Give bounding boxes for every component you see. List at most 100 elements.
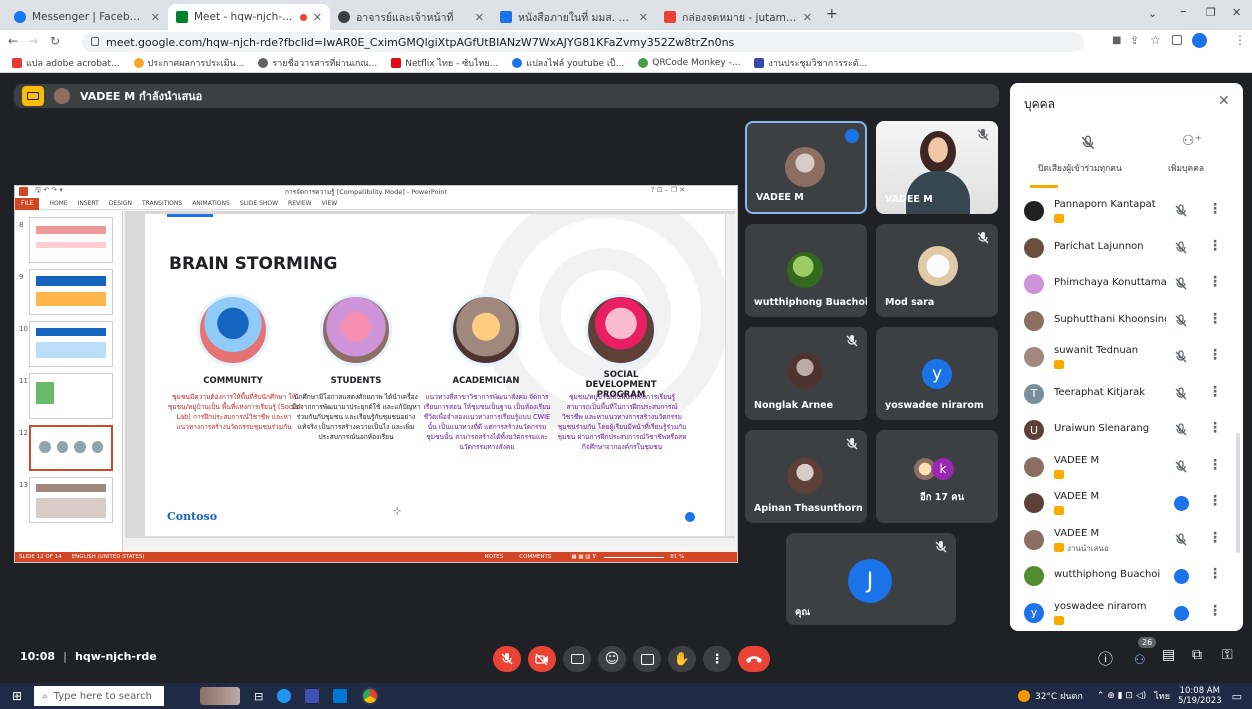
participant-row[interactable]: VADEE M งานนำเสนอ ⋮ [1010,522,1243,558]
ribbon-tab-file[interactable]: FILE [15,197,40,210]
more-options-icon[interactable]: ⋮ [1208,384,1222,400]
close-icon[interactable]: ✕ [639,11,648,24]
mic-off-icon[interactable] [1174,313,1188,328]
notes-button[interactable]: NOTES [485,554,504,560]
mic-off-icon[interactable] [1174,240,1188,255]
view-buttons[interactable]: ▦ ▦ ▥ ⊽ [571,554,596,560]
slide-thumbnail[interactable] [29,373,113,419]
camera-toggle-button[interactable] [528,646,556,672]
slide-thumbnail[interactable] [29,321,113,367]
tab-document[interactable]: หนังสือภายในที่ มมส. 0733/2566 (คณ ✕ [492,4,656,30]
bookmark-item[interactable]: แปล adobe acrobat... [12,56,120,70]
minimize-icon[interactable]: – [1180,4,1187,19]
meeting-details-icon[interactable]: ⓘ [1098,648,1113,669]
chrome-icon[interactable] [361,687,380,705]
participant-row[interactable]: VADEE M ⋮ [1010,449,1243,485]
taskbar-clock[interactable]: 10:08 AM 5/19/2023 [1178,686,1222,706]
profile-avatar[interactable] [1192,33,1207,48]
file-explorer-icon[interactable] [305,689,320,703]
participant-row[interactable]: U Uraiwun Slenarang ⋮ [1010,412,1243,448]
forward-icon[interactable]: → [28,34,38,48]
window-close-icon[interactable]: ✕ [1232,6,1241,19]
slide-thumbnail[interactable] [29,477,113,523]
slide-thumbnail[interactable] [29,269,113,315]
windows-start-icon[interactable]: ⊞ [12,689,22,703]
raise-hand-button[interactable]: ✋ [668,646,696,672]
share-icon[interactable]: ⇪ [1130,34,1139,47]
bookmark-item[interactable]: แปลงไฟล์ youtube เป็... [512,56,624,70]
reload-icon[interactable]: ↻ [50,34,60,48]
participant-row[interactable]: VADEE M ⋮ [1010,485,1243,521]
more-options-icon[interactable]: ⋮ [1208,274,1222,290]
more-options-icon[interactable]: ⋮ [1208,238,1222,254]
participant-row[interactable]: T Teeraphat Kitjarak ⋮ [1010,376,1243,412]
mic-off-icon[interactable] [1174,423,1188,437]
bookmark-item[interactable]: รายชื่อวารสารที่ผ่านเกณ... [258,56,377,70]
captions-button[interactable] [563,646,591,672]
ribbon-tab[interactable]: TRANSITIONS [142,200,182,207]
close-icon[interactable]: ✕ [475,11,484,24]
ribbon-tab[interactable]: SLIDE SHOW [240,200,278,207]
mic-off-icon[interactable] [1174,532,1188,547]
more-options-icon[interactable]: ⋮ [1208,347,1222,363]
tab-gmail[interactable]: กล่องจดหมาย - jutamas.chu@pcru ✕ [656,4,820,30]
participant-tile[interactable]: wutthiphong Buachoi [745,224,867,317]
participant-row[interactable]: Phimchaya Konuttama ⋮ [1010,266,1243,302]
mic-off-icon[interactable] [1174,459,1188,474]
system-tray-icons[interactable]: ⌃ ⊕ ▮ ⊡ ◁) [1097,691,1146,701]
close-icon[interactable]: ✕ [313,11,322,24]
side-panel-icon[interactable] [1172,35,1182,45]
host-controls-icon[interactable]: ⚿ [1222,647,1233,663]
bookmark-item[interactable]: QRCode Monkey -... [638,58,740,68]
mic-off-icon[interactable] [1174,386,1188,401]
participant-tile[interactable]: Mod sara [876,224,998,317]
add-people-button[interactable]: ⚇⁺ เพิ่มบุคคล [1162,133,1222,179]
participant-tile[interactable]: Apinan Thasunthorn [745,430,867,523]
participant-row[interactable]: suwanit Tednuan ⋮ [1010,339,1243,375]
participant-row[interactable]: wutthiphong Buachoi ⋮ [1010,558,1243,594]
bookmark-star-icon[interactable]: ☆ [1150,33,1161,47]
participant-row[interactable]: Parichat Lajunnon ⋮ [1010,230,1243,266]
leave-call-button[interactable] [738,646,770,672]
self-view-tile[interactable]: J คุณ [786,533,956,625]
bookmark-item[interactable]: Netflix ไทย - ซับไทย... [391,56,498,70]
ribbon-tab[interactable]: REVIEW [288,200,312,207]
vertical-scrollbar[interactable] [726,214,735,536]
mic-toggle-button[interactable] [493,646,521,672]
present-screen-icon[interactable] [22,86,44,106]
new-tab-icon[interactable]: + [826,6,838,22]
more-options-icon[interactable]: ⋮ [1208,420,1222,436]
ribbon-tab[interactable]: HOME [49,200,67,207]
reactions-button[interactable]: ☺ [598,646,626,672]
mic-off-icon[interactable] [1174,204,1188,218]
taskbar-search-box[interactable]: ⌕ Type here to search [34,686,165,706]
close-icon[interactable]: ✕ [803,11,812,24]
more-options-icon[interactable]: ⋮ [1208,530,1222,546]
back-icon[interactable]: ← [8,34,18,48]
tab-staff[interactable]: อาจารย์และเจ้าหน้าที่ ✕ [330,4,492,30]
more-menu-icon[interactable]: ⋮ [1234,33,1246,47]
close-icon[interactable]: ✕ [151,11,160,24]
mute-all-button[interactable]: ปิดเสียงผู้เข้าร่วมทุกคน [1038,133,1138,179]
task-view-icon[interactable]: ⊟ [254,690,263,703]
more-options-icon[interactable]: ⋮ [1208,493,1222,509]
slide-thumbnail[interactable] [29,217,113,263]
participant-tile[interactable]: VADEE M [745,121,867,214]
more-options-icon[interactable]: ⋮ [1208,311,1222,327]
more-options-button[interactable]: ⋮ [703,646,731,672]
ribbon-tab[interactable]: ANIMATIONS [192,200,230,207]
bookmark-item[interactable]: ประกาศผลการประเมิน... [133,56,244,70]
mail-icon[interactable] [333,689,348,703]
more-options-icon[interactable]: ⋮ [1208,566,1222,582]
activities-icon[interactable]: ⧉ [1192,647,1202,663]
language-indicator[interactable]: ไทย [1154,689,1170,703]
people-button[interactable]: ⚇ 26 [1128,637,1157,669]
more-options-icon[interactable]: ⋮ [1208,457,1222,473]
ribbon-tab[interactable]: DESIGN [109,200,132,207]
bookmark-item[interactable]: งานประชุมวิชาการระดั... [754,56,867,70]
close-panel-icon[interactable]: ✕ [1218,93,1230,109]
present-now-button[interactable] [633,646,661,672]
camera-in-use-icon[interactable]: ■ [1112,35,1121,46]
ribbon-tab[interactable]: INSERT [78,200,99,207]
slide-thumbnail-selected[interactable] [29,425,113,471]
